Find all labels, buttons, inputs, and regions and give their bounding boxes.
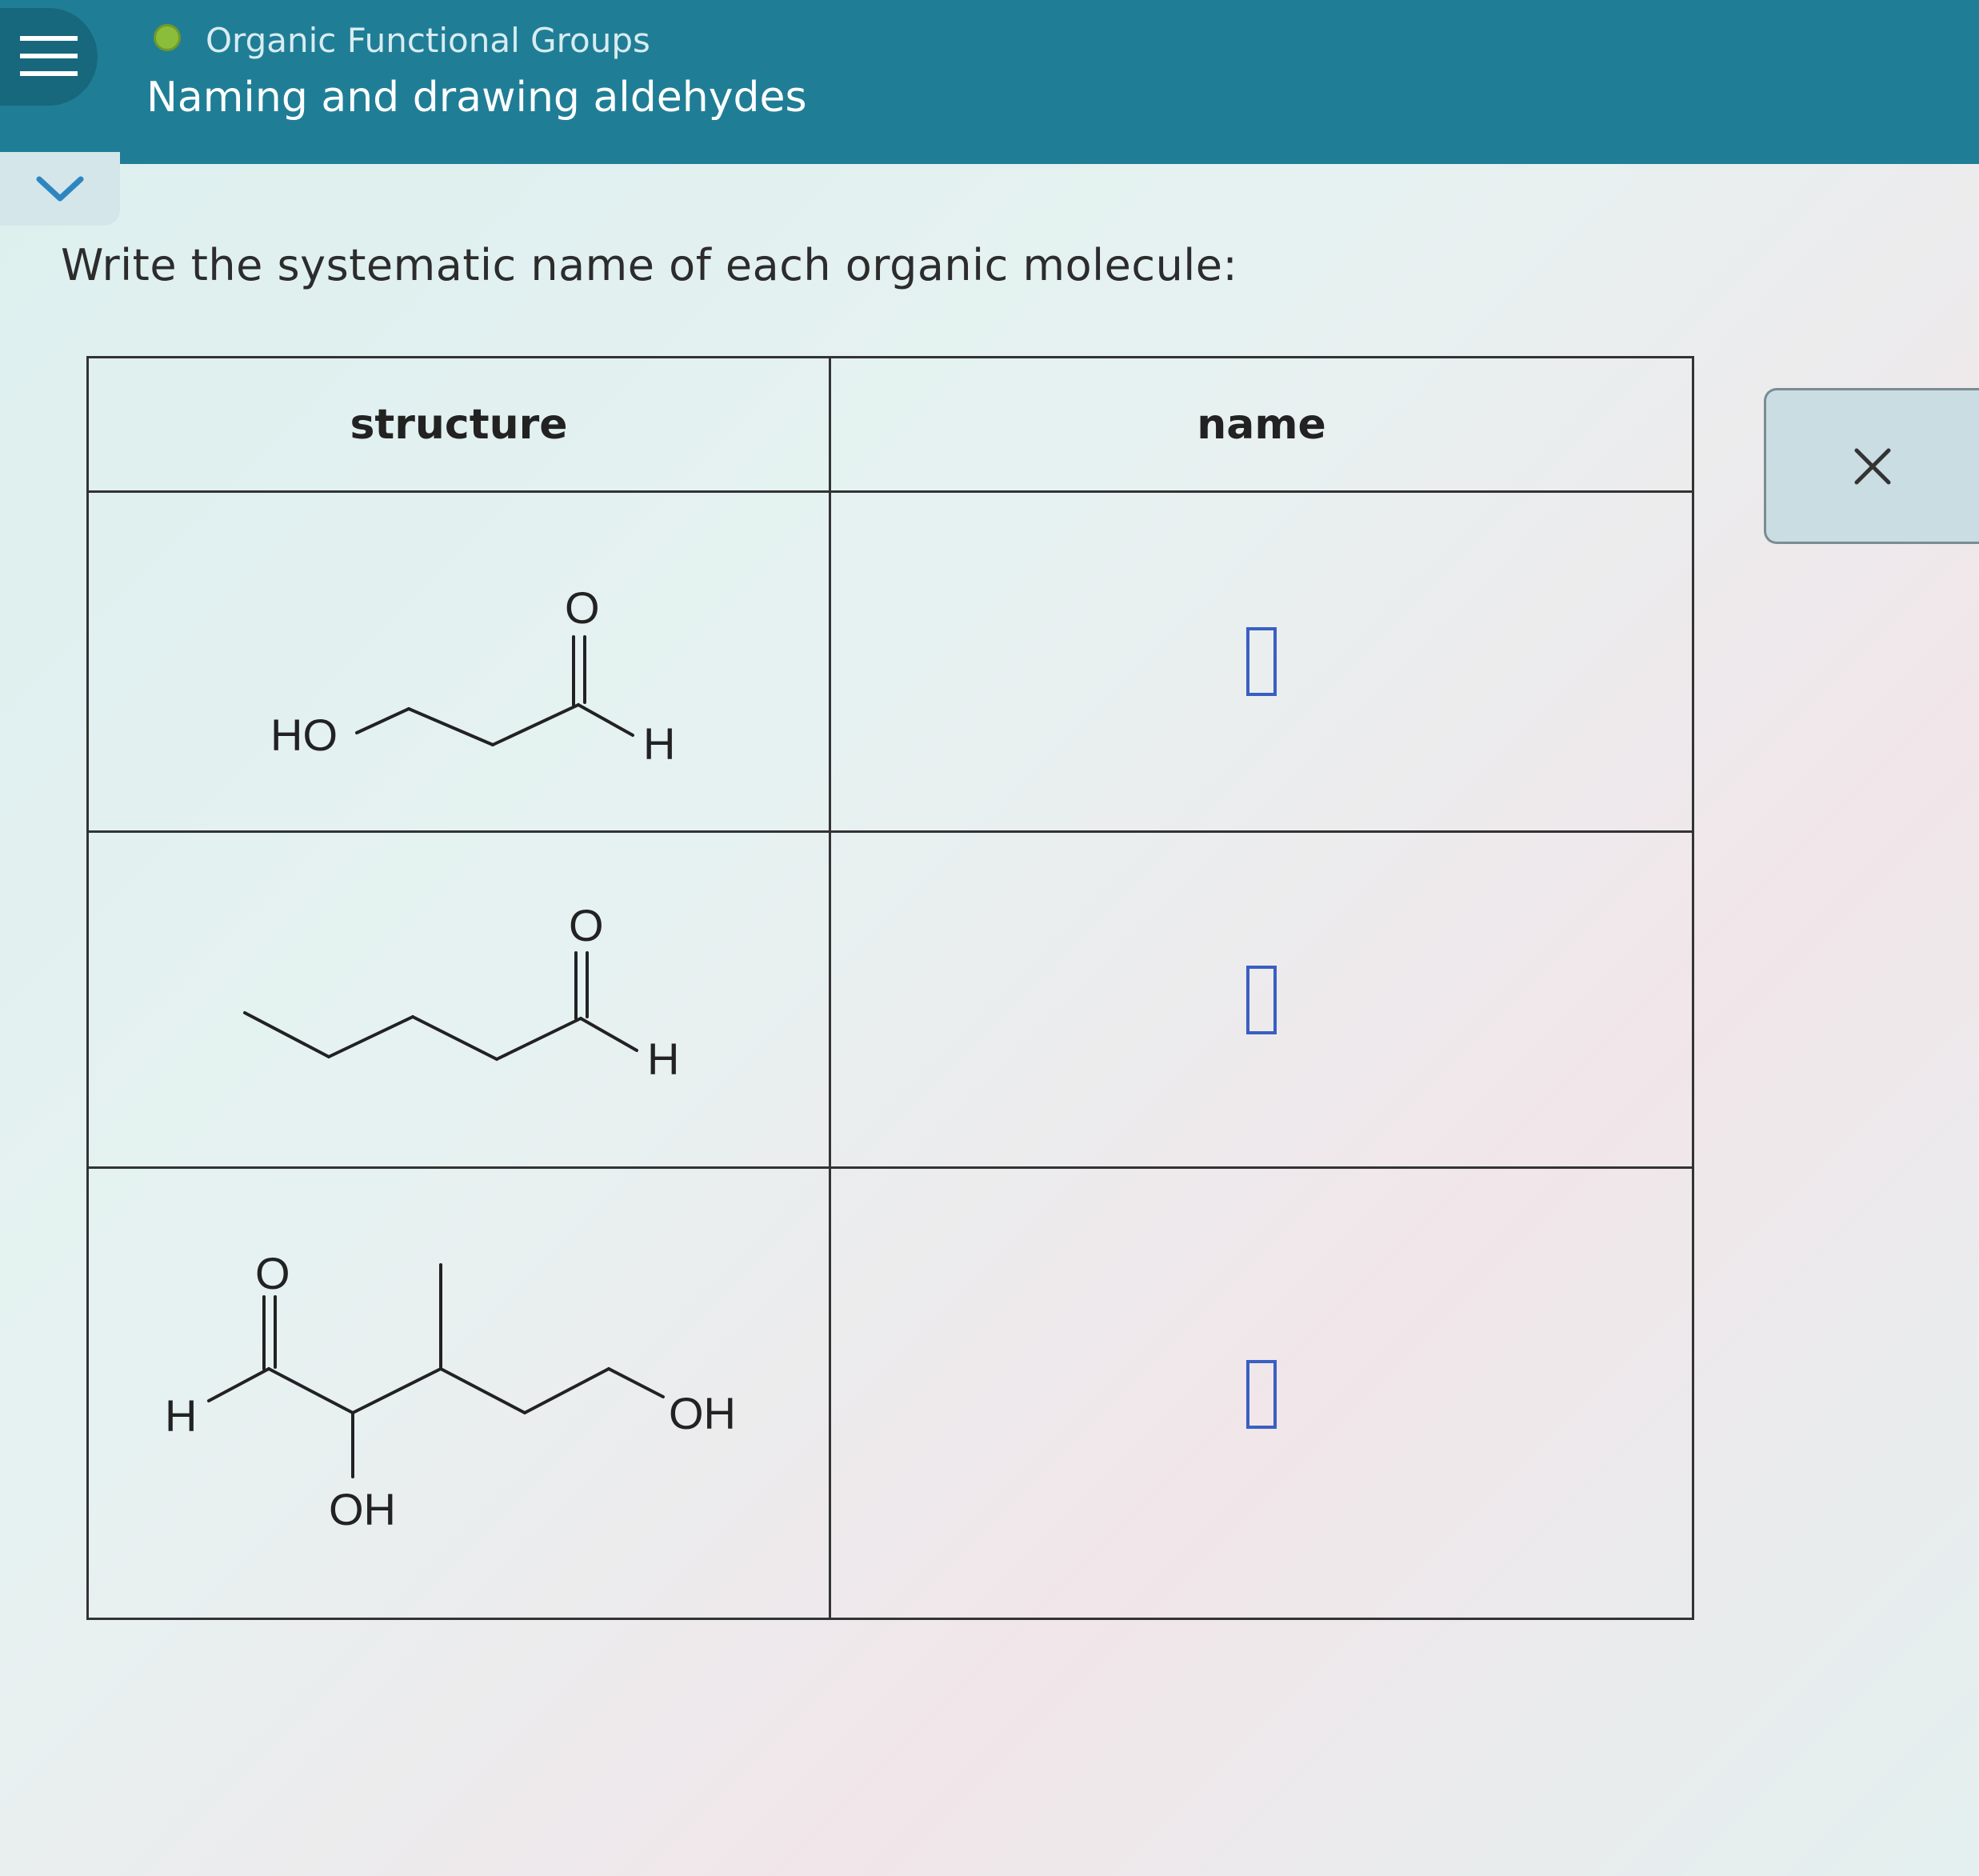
chevron-down-icon [36,176,84,202]
hydrogen-label: H [647,1034,679,1084]
status-dot [154,24,181,51]
hydrogen-label: H [165,1390,197,1441]
close-icon[interactable] [1852,446,1893,487]
molecule-structure: O H [243,900,679,1084]
hydroxyl-label: HO [270,710,338,760]
answer-cell-1[interactable] [831,493,1692,830]
hydrogen-label: H [643,718,675,769]
answer-input-2[interactable] [1246,965,1277,1034]
name-header: name [1197,400,1326,449]
question-prompt: Write the systematic name of each organi… [61,240,1238,290]
menu-button[interactable] [0,8,98,106]
molecule-structure: H O OH OH [165,1248,736,1534]
topic-title: Organic Functional Groups [206,21,650,60]
hydroxyl-label: OH [329,1484,396,1534]
structure-cell-3: H O OH OH [89,1169,829,1620]
answer-cell-2[interactable] [831,833,1692,1166]
hamburger-menu-icon [20,36,78,76]
answer-cell-3[interactable] [831,1169,1692,1620]
structure-cell-2: O H [89,833,829,1166]
question-table: structure name HO O H O H H O OH OH [86,356,1694,1620]
structure-cell-1: HO O H [89,493,829,830]
answer-input-1[interactable] [1246,627,1277,696]
top-bar: Organic Functional Groups Naming and dra… [0,0,1979,164]
collapse-button[interactable] [0,152,120,226]
side-panel [1764,388,1979,544]
oxygen-label: O [565,582,600,633]
hydroxyl-label: OH [669,1388,736,1438]
oxygen-label: O [569,900,604,950]
oxygen-label: O [255,1248,290,1298]
answer-input-3[interactable] [1246,1360,1277,1429]
lesson-title: Naming and drawing aldehydes [146,74,807,122]
molecule-structure: HO O H [270,582,675,769]
structure-header: structure [350,400,568,449]
